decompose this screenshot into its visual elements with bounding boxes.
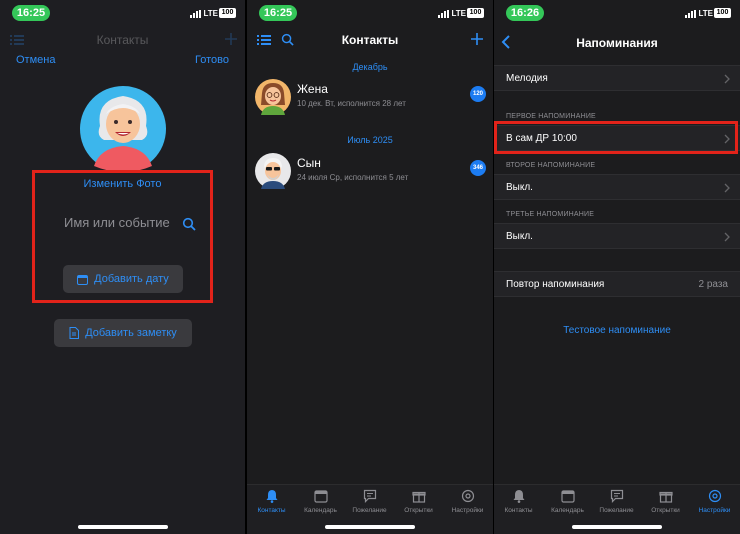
tab-label: Пожелание xyxy=(352,507,387,514)
phone-screen-contacts: 16:25 LTE 100 Контакты Декабрь Жена 10 д… xyxy=(247,0,493,534)
contact-name: Жена xyxy=(297,82,328,96)
phone-screen-reminders: 16:26 LTE 100 Напоминания Мелодия ПЕРВОЕ… xyxy=(494,0,740,534)
tab-settings[interactable]: Настройки xyxy=(690,489,739,514)
group-header: ВТОРОЕ НАПОМИНАНИЕ xyxy=(506,162,596,169)
row-label: Повтор напоминания xyxy=(506,279,605,290)
row-label: Мелодия xyxy=(506,73,548,84)
tab-calendar[interactable]: Календарь xyxy=(296,489,345,514)
status-time: 16:26 xyxy=(506,5,544,21)
third-reminder-row[interactable]: Выкл. xyxy=(494,223,740,249)
second-reminder-row[interactable]: Выкл. xyxy=(494,174,740,200)
calendar-icon xyxy=(313,490,328,503)
days-badge: 120 xyxy=(470,86,486,102)
done-button[interactable]: Готово xyxy=(195,54,229,66)
highlight-box xyxy=(32,170,213,303)
battery-icon: 100 xyxy=(467,8,484,18)
days-badge: 346 xyxy=(470,160,486,176)
page-title: Контакты xyxy=(341,33,399,47)
gift-icon xyxy=(658,491,673,503)
woman-avatar xyxy=(255,79,291,115)
tab-calendar[interactable]: Календарь xyxy=(543,489,592,514)
plus-icon xyxy=(225,33,237,45)
network-type: LTE xyxy=(698,9,713,18)
tab-label: Календарь xyxy=(304,507,337,514)
page-title: Напоминания xyxy=(576,36,658,50)
add-note-button[interactable]: Добавить заметку xyxy=(54,319,192,347)
tab-cards[interactable]: Открытки xyxy=(641,489,690,514)
tab-label: Настройки xyxy=(698,507,731,514)
tab-label: Пожелание xyxy=(599,507,634,514)
section-header-month: Июль 2025 xyxy=(347,135,393,145)
navbar: Напоминания xyxy=(494,28,740,54)
bell-icon xyxy=(513,490,524,503)
tab-settings[interactable]: Настройки xyxy=(443,489,492,514)
status-time: 16:25 xyxy=(12,5,50,21)
contact-row-wife[interactable]: Жена 10 дек. Вт, исполнится 28 лет 120 xyxy=(247,79,493,125)
group-header: ТРЕТЬЕ НАПОМИНАНИЕ xyxy=(506,211,595,218)
repeat-value: 2 раза xyxy=(698,279,729,290)
row-label: Выкл. xyxy=(506,231,533,242)
section-header-month: Декабрь xyxy=(352,62,388,72)
signal-icon xyxy=(685,10,696,18)
tab-wishes[interactable]: Пожелание xyxy=(345,489,394,514)
home-indicator xyxy=(77,525,168,529)
row-label: Выкл. xyxy=(506,182,533,193)
tab-cards[interactable]: Открытки xyxy=(394,489,443,514)
signal-icon xyxy=(190,10,201,18)
tab-label: Настройки xyxy=(451,507,484,514)
tab-label: Контакты xyxy=(257,507,286,514)
message-icon xyxy=(363,489,376,503)
add-contact-icon[interactable] xyxy=(471,33,483,45)
grandma-avatar[interactable] xyxy=(80,86,166,172)
cancel-button[interactable]: Отмена xyxy=(16,54,55,66)
tab-contacts[interactable]: Контакты xyxy=(494,489,543,514)
contact-subtitle: 24 июля Ср, исполнится 5 лет xyxy=(297,173,409,182)
network-type: LTE xyxy=(451,9,466,18)
tab-wishes[interactable]: Пожелание xyxy=(592,489,641,514)
battery-icon: 100 xyxy=(714,8,731,18)
gear-icon xyxy=(461,489,474,503)
add-note-label: Добавить заметку xyxy=(85,327,177,339)
chevron-right-icon xyxy=(724,74,730,84)
tab-contacts[interactable]: Контакты xyxy=(247,489,296,514)
status-bar: 16:25 LTE 100 xyxy=(247,0,493,26)
tab-label: Открытки xyxy=(651,507,680,514)
navbar: Контакты xyxy=(247,28,493,54)
group-header: ПЕРВОЕ НАПОМИНАНИЕ xyxy=(506,113,596,120)
message-icon xyxy=(610,489,623,503)
status-time: 16:25 xyxy=(259,5,297,21)
background-title: Контакты xyxy=(96,33,149,47)
test-reminder-button[interactable]: Тестовое напоминание xyxy=(494,325,740,336)
gift-icon xyxy=(411,491,426,503)
contact-row-son[interactable]: Сын 24 июля Ср, исполнится 5 лет 346 xyxy=(247,153,493,199)
repeat-reminder-row[interactable]: Повтор напоминания 2 раза xyxy=(494,271,740,297)
battery-icon: 100 xyxy=(219,8,236,18)
note-icon xyxy=(69,327,80,339)
home-indicator xyxy=(325,525,415,529)
chevron-right-icon xyxy=(724,232,730,242)
background-navbar: Контакты xyxy=(0,30,245,50)
contact-name: Сын xyxy=(297,156,321,170)
phone-screen-new-contact: 16:25 LTE 100 Контакты Отмена Готово Изм… xyxy=(0,0,245,534)
signal-icon xyxy=(438,10,449,18)
contact-subtitle: 10 дек. Вт, исполнится 28 лет xyxy=(297,99,406,108)
tab-label: Открытки xyxy=(404,507,433,514)
gear-icon xyxy=(708,489,721,503)
melody-row[interactable]: Мелодия xyxy=(494,65,740,91)
highlight-box xyxy=(494,121,738,154)
home-indicator xyxy=(572,525,662,529)
calendar-icon xyxy=(560,490,575,503)
status-bar: 16:26 LTE 100 xyxy=(494,0,740,26)
status-bar: 16:25 LTE 100 xyxy=(0,0,245,26)
man-avatar xyxy=(255,153,291,189)
network-type: LTE xyxy=(203,9,218,18)
tab-label: Календарь xyxy=(551,507,584,514)
chevron-right-icon xyxy=(724,183,730,193)
tab-label: Контакты xyxy=(504,507,533,514)
bell-icon xyxy=(266,490,277,503)
